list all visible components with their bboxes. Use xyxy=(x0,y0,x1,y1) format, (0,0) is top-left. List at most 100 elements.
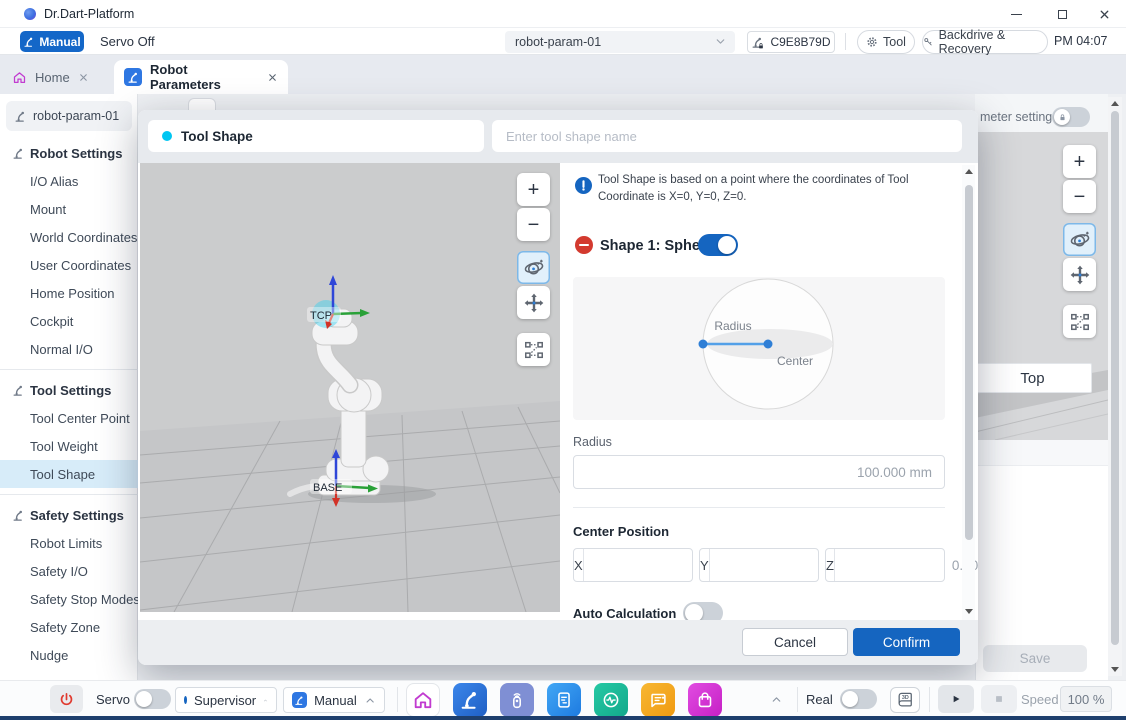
center-x-box: X xyxy=(573,548,693,582)
store-app-icon[interactable] xyxy=(688,683,722,717)
sidebar-item-safety-stop-modes[interactable]: Safety Stop Modes xyxy=(0,585,138,613)
3d-view-icon: 3D xyxy=(895,690,915,710)
robot-icon xyxy=(12,384,25,397)
save-button[interactable]: Save xyxy=(983,645,1087,672)
minimize-icon xyxy=(1011,14,1022,15)
task-writer-app-icon[interactable] xyxy=(547,683,581,717)
play-button[interactable] xyxy=(938,685,974,713)
home-app-icon[interactable] xyxy=(406,683,440,717)
tcp-label: TCP xyxy=(310,310,332,322)
sidebar: robot-param-01 Robot Settings I/O Alias … xyxy=(0,94,138,680)
log-app-icon[interactable] xyxy=(641,683,675,717)
sidebar-item-user-coordinates[interactable]: User Coordinates xyxy=(0,251,138,279)
sidebar-item-normal-io[interactable]: Normal I/O xyxy=(0,335,138,363)
zoom-in-button[interactable]: + xyxy=(517,173,550,206)
sidebar-item-io-alias[interactable]: I/O Alias xyxy=(0,167,138,195)
measure-tool-button[interactable] xyxy=(517,333,550,366)
role-select[interactable]: Supervisor xyxy=(175,687,277,713)
center-z-input[interactable] xyxy=(835,549,978,581)
shape-enable-toggle[interactable] xyxy=(698,234,738,256)
sidebar-param-header[interactable]: robot-param-01 xyxy=(6,101,132,131)
power-icon xyxy=(58,691,75,708)
stop-icon xyxy=(992,692,1006,706)
close-tab-icon[interactable] xyxy=(267,72,278,83)
scroll-up-icon[interactable] xyxy=(1111,101,1119,106)
background-3d-viewport[interactable]: + − xyxy=(975,132,1108,440)
diagram-center-label: Center xyxy=(777,354,813,368)
minimize-button[interactable] xyxy=(1005,5,1027,23)
sidebar-item-tool-shape[interactable]: Tool Shape xyxy=(0,460,138,488)
sidebar-item-robot-limits[interactable]: Robot Limits xyxy=(0,529,138,557)
orbit-tool-button[interactable] xyxy=(1063,223,1096,256)
background-top-view-button[interactable]: Top xyxy=(973,363,1092,393)
play-icon xyxy=(949,692,963,706)
axis-x-label: X xyxy=(574,549,584,581)
close-icon xyxy=(1098,8,1111,21)
sidebar-group-tool-settings[interactable]: Tool Settings xyxy=(0,376,138,404)
stop-button[interactable] xyxy=(981,685,1017,713)
cancel-button[interactable]: Cancel xyxy=(742,628,848,656)
sidebar-group-safety-settings[interactable]: Safety Settings xyxy=(0,501,138,529)
section-divider xyxy=(573,507,945,508)
dialog-3d-viewport[interactable]: TCP BASE + − Front Right Left xyxy=(140,163,560,612)
background-card xyxy=(975,440,1108,680)
zoom-out-button[interactable]: − xyxy=(1063,180,1096,213)
tab-robot-parameters[interactable]: Robot Parameters xyxy=(114,60,288,94)
scroll-up-icon[interactable] xyxy=(965,169,973,174)
sidebar-item-tool-center-point[interactable]: Tool Center Point xyxy=(0,404,138,432)
sidebar-item-world-coordinates[interactable]: World Coordinates xyxy=(0,223,138,251)
chevron-down-icon xyxy=(714,35,727,48)
mode-select[interactable]: Manual xyxy=(283,687,385,713)
page-scrollbar[interactable] xyxy=(1108,97,1122,676)
jog-app-icon[interactable] xyxy=(500,683,534,717)
tool-button[interactable]: Tool xyxy=(857,30,915,54)
settings-lock-toggle[interactable] xyxy=(1052,107,1090,127)
scroll-down-icon[interactable] xyxy=(965,609,973,614)
servo-toggle[interactable] xyxy=(134,689,171,709)
main-toolbar: Manual Servo Off robot-param-01 C9E8B79D… xyxy=(0,28,1126,55)
monitoring-app-icon[interactable] xyxy=(594,683,628,717)
measure-tool-button[interactable] xyxy=(1063,305,1096,338)
simulator-3d-button[interactable]: 3D xyxy=(890,687,920,713)
remote-icon xyxy=(506,689,528,711)
sidebar-item-cockpit[interactable]: Cockpit xyxy=(0,307,138,335)
tab-home[interactable]: Home xyxy=(12,63,108,91)
sidebar-item-nudge[interactable]: Nudge xyxy=(0,641,138,669)
pan-tool-button[interactable] xyxy=(1063,258,1096,291)
apps-expand-icon[interactable] xyxy=(770,693,783,706)
statusbar-divider xyxy=(929,687,930,712)
robot-lock-icon xyxy=(751,35,765,49)
dialog-scrollbar[interactable] xyxy=(962,165,975,620)
sidebar-item-safety-io[interactable]: Safety I/O xyxy=(0,557,138,585)
axis-z-label: Z xyxy=(826,549,835,581)
real-mode-toggle[interactable] xyxy=(840,689,877,709)
orbit-tool-button[interactable] xyxy=(517,251,550,284)
confirm-button[interactable]: Confirm xyxy=(853,628,960,656)
remove-shape-icon[interactable] xyxy=(575,236,593,254)
auto-calculation-label: Auto Calculation xyxy=(573,606,676,621)
zoom-in-button[interactable]: + xyxy=(1063,145,1096,178)
zoom-out-button[interactable]: − xyxy=(517,208,550,241)
scrollbar-thumb[interactable] xyxy=(965,185,973,540)
device-id-button[interactable]: C9E8B79D xyxy=(747,31,835,53)
info-text: Tool Shape is based on a point where the… xyxy=(598,172,950,206)
sidebar-item-mount[interactable]: Mount xyxy=(0,195,138,223)
param-file-select[interactable]: robot-param-01 xyxy=(505,31,735,53)
robot-parameters-app-icon[interactable] xyxy=(453,683,487,717)
manual-mode-button[interactable]: Manual xyxy=(20,31,84,52)
tool-shape-name-input[interactable] xyxy=(492,120,962,152)
speed-value[interactable]: 100 % xyxy=(1060,686,1112,712)
backdrive-recovery-button[interactable]: Backdrive & Recovery xyxy=(922,30,1048,54)
sidebar-group-robot-settings[interactable]: Robot Settings xyxy=(0,139,138,167)
sidebar-item-tool-weight[interactable]: Tool Weight xyxy=(0,432,138,460)
pan-tool-button[interactable] xyxy=(517,286,550,319)
servo-power-button[interactable] xyxy=(50,685,83,713)
sidebar-item-home-position[interactable]: Home Position xyxy=(0,279,138,307)
close-tab-icon[interactable] xyxy=(78,72,89,83)
radius-input[interactable] xyxy=(574,456,944,488)
close-button[interactable] xyxy=(1093,5,1115,23)
scroll-down-icon[interactable] xyxy=(1111,667,1119,672)
scrollbar-thumb[interactable] xyxy=(1111,111,1119,645)
maximize-button[interactable] xyxy=(1051,5,1073,23)
sidebar-item-safety-zone[interactable]: Safety Zone xyxy=(0,613,138,641)
